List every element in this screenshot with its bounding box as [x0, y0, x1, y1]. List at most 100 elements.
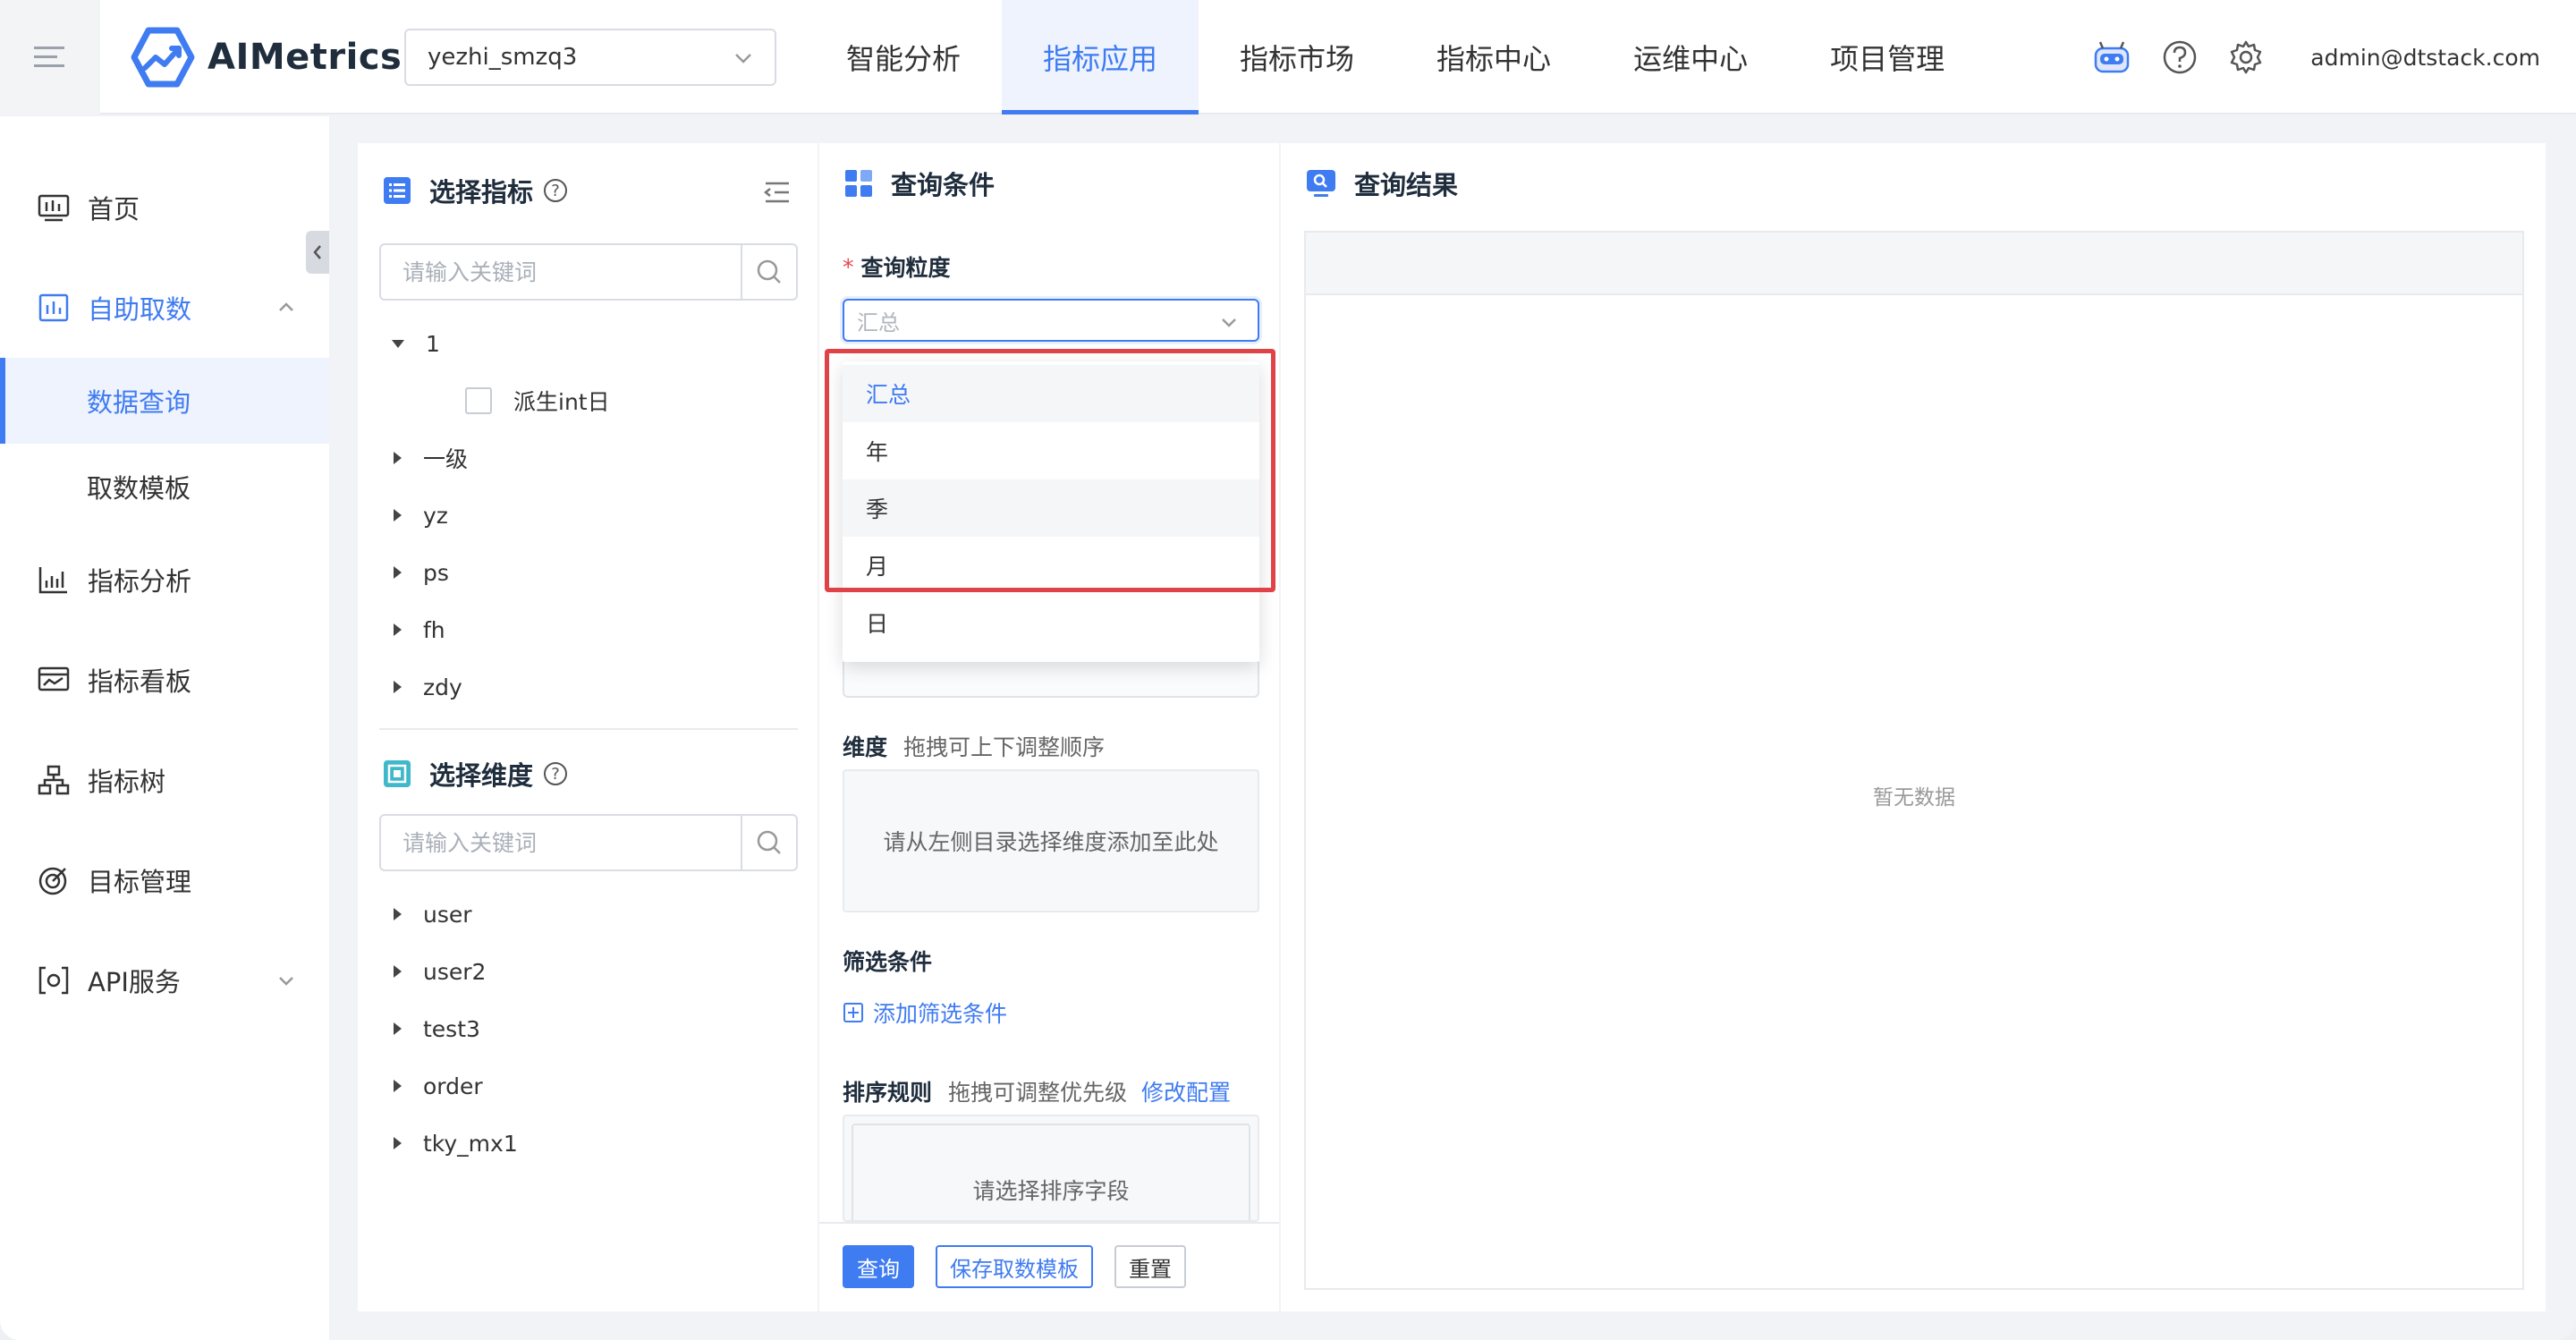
sidebar-item-label: API服务 — [88, 967, 181, 997]
caret-right-icon[interactable] — [394, 681, 402, 693]
metric-search-button[interactable] — [741, 245, 796, 299]
dimension-search-input[interactable] — [381, 816, 741, 869]
help-icon[interactable]: ? — [544, 179, 568, 202]
sidebar-item-self-service[interactable]: 自助取数 — [0, 265, 329, 351]
nav-item-metric-center[interactable]: 指标中心 — [1395, 0, 1592, 114]
query-panel: 查询条件 * 查询粒度 汇总 维度 拖拽可上下调整顺序 请从左侧目录选择维度添加… — [819, 143, 1279, 1311]
tree-node-label: zdy — [423, 674, 462, 700]
nav-label: 指标应用 — [1043, 42, 1158, 76]
grid-blocks-icon — [844, 169, 873, 198]
filter-label-text: 筛选条件 — [843, 949, 933, 975]
granularity-option-day[interactable]: 日 — [843, 594, 1259, 651]
tree-node-level1[interactable]: 一级 — [394, 440, 468, 476]
tree-node-ps[interactable]: ps — [394, 555, 449, 590]
sidebar-item-metric-analysis[interactable]: 指标分析 — [0, 537, 329, 623]
dimension-label-text: 维度 — [843, 734, 888, 760]
nav-label: 智能分析 — [846, 42, 962, 76]
query-button[interactable]: 查询 — [843, 1245, 914, 1288]
modify-config-link[interactable]: 修改配置 — [1141, 1075, 1231, 1107]
granularity-label: * 查询粒度 — [843, 250, 951, 283]
caret-right-icon[interactable] — [394, 1022, 402, 1035]
tree-icon — [36, 762, 72, 798]
save-template-button[interactable]: 保存取数模板 — [936, 1245, 1093, 1288]
sidebar-item-goal-mgmt[interactable]: 目标管理 — [0, 837, 329, 923]
metric-search-input[interactable] — [381, 245, 741, 299]
user-account[interactable]: admin@dtstack.com — [2310, 45, 2540, 71]
option-label: 日 — [866, 611, 889, 637]
tree-node-user[interactable]: user — [394, 896, 472, 932]
caret-right-icon[interactable] — [394, 509, 402, 522]
settings-gear-icon[interactable] — [2228, 39, 2264, 75]
metric-search-box — [379, 243, 798, 301]
tree-node-order[interactable]: order — [394, 1068, 483, 1104]
granularity-label-text: 查询粒度 — [860, 255, 951, 281]
nav-item-ops-center[interactable]: 运维中心 — [1592, 0, 1789, 114]
metric-checkbox[interactable] — [465, 387, 492, 414]
dimension-panel-title-text: 选择维度 — [429, 760, 534, 791]
chevron-up-icon — [279, 302, 293, 311]
sort-hint: 拖拽可调整优先级 — [948, 1080, 1128, 1106]
list-icon — [383, 176, 411, 205]
app-logo[interactable]: AIMetrics — [131, 23, 402, 91]
sort-inner-box — [852, 1124, 1250, 1220]
caret-down-icon[interactable] — [392, 339, 404, 348]
query-panel-title-text: 查询条件 — [891, 170, 996, 200]
nav-item-project-mgmt[interactable]: 项目管理 — [1789, 0, 1986, 114]
sidebar-item-fetch-template[interactable]: 取数模板 — [0, 444, 329, 530]
caret-right-icon[interactable] — [394, 623, 402, 636]
empty-state-text: 暂无数据 — [1873, 786, 1955, 810]
menu-toggle-button[interactable] — [0, 0, 100, 114]
app-name: AIMetrics — [208, 37, 402, 78]
caret-right-icon[interactable] — [394, 965, 402, 978]
footer-divider — [819, 1222, 1279, 1224]
project-select-value: yezhi_smzq3 — [428, 44, 578, 71]
sidebar-item-metric-board[interactable]: 指标看板 — [0, 637, 329, 723]
help-icon[interactable] — [2162, 39, 2198, 75]
granularity-select-placeholder: 汇总 — [857, 310, 900, 335]
tree-node-tky-mx1[interactable]: tky_mx1 — [394, 1125, 518, 1161]
collapse-list-icon[interactable] — [762, 181, 791, 206]
caret-right-icon[interactable] — [394, 1137, 402, 1149]
result-table-header — [1306, 233, 2522, 295]
tree-node-zdy[interactable]: zdy — [394, 669, 462, 705]
caret-right-icon[interactable] — [394, 908, 402, 920]
reset-button[interactable]: 重置 — [1114, 1245, 1186, 1288]
tree-node-user2[interactable]: user2 — [394, 954, 486, 989]
help-icon[interactable]: ? — [544, 762, 568, 785]
add-filter-button[interactable]: 添加筛选条件 — [843, 997, 1007, 1029]
dashboard-icon — [36, 190, 72, 225]
sidebar-item-data-query[interactable]: 数据查询 — [0, 358, 329, 444]
tree-node-test3[interactable]: test3 — [394, 1011, 480, 1047]
nav-label: 指标中心 — [1436, 42, 1552, 76]
dimension-search-button[interactable] — [741, 816, 796, 869]
project-select[interactable]: yezhi_smzq3 — [404, 29, 776, 86]
tree-node-label: fh — [423, 616, 445, 643]
tree-node-label: 一级 — [423, 446, 469, 472]
sidebar-item-label: 指标看板 — [88, 666, 192, 697]
sort-drop-zone[interactable]: 请选择排序字段 — [843, 1115, 1259, 1222]
search-icon — [757, 259, 781, 284]
sidebar-item-api-service[interactable]: API服务 — [0, 937, 329, 1023]
filter-label: 筛选条件 — [843, 945, 932, 977]
dimension-drop-zone[interactable]: 请从左侧目录选择维度添加至此处 — [843, 769, 1259, 912]
plus-square-icon — [843, 1003, 863, 1022]
nav-label: 指标市场 — [1240, 42, 1355, 76]
caret-right-icon[interactable] — [394, 452, 402, 464]
nav-item-metric-market[interactable]: 指标市场 — [1199, 0, 1395, 114]
tree-node-fh[interactable]: fh — [394, 612, 445, 648]
granularity-select[interactable]: 汇总 — [843, 299, 1259, 342]
caret-right-icon[interactable] — [394, 566, 402, 579]
nav-item-smart-analysis[interactable]: 智能分析 — [805, 0, 1002, 114]
dimension-label: 维度 拖拽可上下调整顺序 — [843, 730, 1105, 762]
sidebar-item-home[interactable]: 首页 — [0, 165, 329, 250]
search-icon — [757, 830, 781, 854]
sidebar: 首页 自助取数 数据查询 取数模板 指标分析 指标看板 指标树 目标管理 API… — [0, 116, 329, 1340]
caret-right-icon[interactable] — [394, 1080, 402, 1092]
tree-node-1[interactable]: 1 — [392, 326, 440, 361]
assistant-robot-icon[interactable] — [2092, 39, 2131, 75]
chart-icon — [36, 562, 72, 598]
nav-item-metric-app[interactable]: 指标应用 — [1002, 0, 1199, 114]
tree-node-yz[interactable]: yz — [394, 497, 448, 533]
tree-leaf-derived-int-day[interactable]: 派生int日 — [465, 383, 610, 419]
sidebar-item-metric-tree[interactable]: 指标树 — [0, 737, 329, 823]
